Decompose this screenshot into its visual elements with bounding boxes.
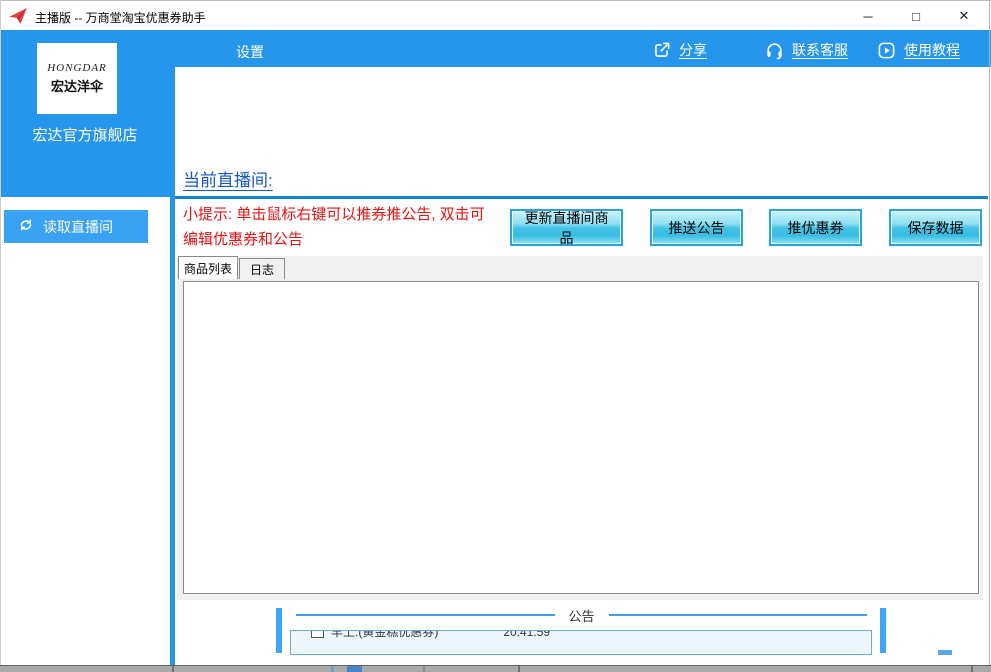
announcement-row-text: 早上:(黄金糕优惠券) [331, 630, 438, 640]
sidebar-divider [170, 197, 175, 666]
contact-support-link[interactable]: 联系客服 [765, 40, 848, 60]
tab-goods-list[interactable]: 商品列表 [178, 256, 238, 279]
read-liveroom-label: 读取直播间 [43, 217, 113, 237]
taskbar-tick [331, 666, 334, 672]
announcement-accent-left [276, 608, 282, 653]
taskbar-tick [172, 666, 174, 672]
announcement-row-clipped: 早上:(黄金糕优惠券) 20:41:59 [311, 630, 550, 640]
background-fragment [938, 650, 952, 655]
headset-icon [765, 41, 784, 60]
push-coupon-button[interactable]: 推优惠券 [769, 209, 862, 246]
window-border-right [989, 0, 990, 666]
announcement-title: 公告 [555, 606, 609, 625]
share-label: 分享 [679, 40, 707, 60]
taskbar-tick [971, 666, 973, 672]
update-liveroom-goods-button[interactable]: 更新直播间商品 [510, 209, 623, 246]
tutorial-link[interactable]: 使用教程 [877, 40, 960, 60]
taskbar-tick [518, 666, 520, 672]
close-button[interactable]: ✕ [946, 1, 982, 31]
window-title: 主播版 -- 万商堂淘宝优惠券助手 [35, 9, 206, 26]
minimize-button[interactable]: ─ [850, 1, 886, 31]
taskbar-sliver [0, 665, 991, 672]
tutorial-label: 使用教程 [904, 40, 960, 60]
announcement-accent-right [880, 608, 886, 653]
shop-name: 宏达官方旗舰店 [0, 124, 170, 145]
taskbar-accent [347, 666, 362, 672]
announcement-rule-left [296, 614, 555, 616]
checkbox-icon[interactable] [311, 630, 324, 638]
save-data-button[interactable]: 保存数据 [889, 209, 982, 246]
tab-log[interactable]: 日志 [239, 258, 285, 279]
shop-logo: HONGDAR 宏达洋伞 [37, 43, 117, 114]
announcement-rule-right [609, 614, 868, 616]
announcement-input[interactable]: 早上:(黄金糕优惠券) 20:41:59 [290, 630, 872, 655]
app-window: 主播版 -- 万商堂淘宝优惠券助手 ─ □ ✕ 设置 分享 联系客服 [0, 0, 991, 672]
read-liveroom-button[interactable]: 读取直播间 [4, 210, 148, 243]
contact-label: 联系客服 [792, 40, 848, 60]
maximize-button[interactable]: □ [898, 1, 934, 31]
menu-settings[interactable]: 设置 [236, 42, 264, 62]
logo-text-cn: 宏达洋伞 [51, 76, 103, 95]
play-video-icon [877, 41, 896, 60]
refresh-icon [18, 217, 34, 236]
title-bar: 主播版 -- 万商堂淘宝优惠券助手 ─ □ ✕ [0, 0, 991, 30]
tip-text: 小提示: 单击鼠标右键可以推券推公告, 双击可编辑优惠券和公告 [183, 202, 487, 252]
paper-plane-icon [8, 6, 28, 26]
goods-listbox[interactable] [183, 281, 979, 594]
push-announcement-button[interactable]: 推送公告 [650, 209, 743, 246]
liveroom-panel [175, 67, 988, 197]
taskbar-tick [423, 666, 425, 672]
current-liveroom-link[interactable]: 当前直播间: [183, 166, 273, 191]
share-icon [652, 41, 671, 60]
announcement-header: 公告 [296, 605, 867, 625]
announcement-row-time: 20:41:59 [503, 630, 550, 639]
sidebar-body: 读取直播间 [0, 197, 170, 666]
share-link[interactable]: 分享 [652, 40, 707, 60]
window-border-left [0, 0, 1, 666]
logo-text-en: HONGDAR [47, 62, 107, 74]
